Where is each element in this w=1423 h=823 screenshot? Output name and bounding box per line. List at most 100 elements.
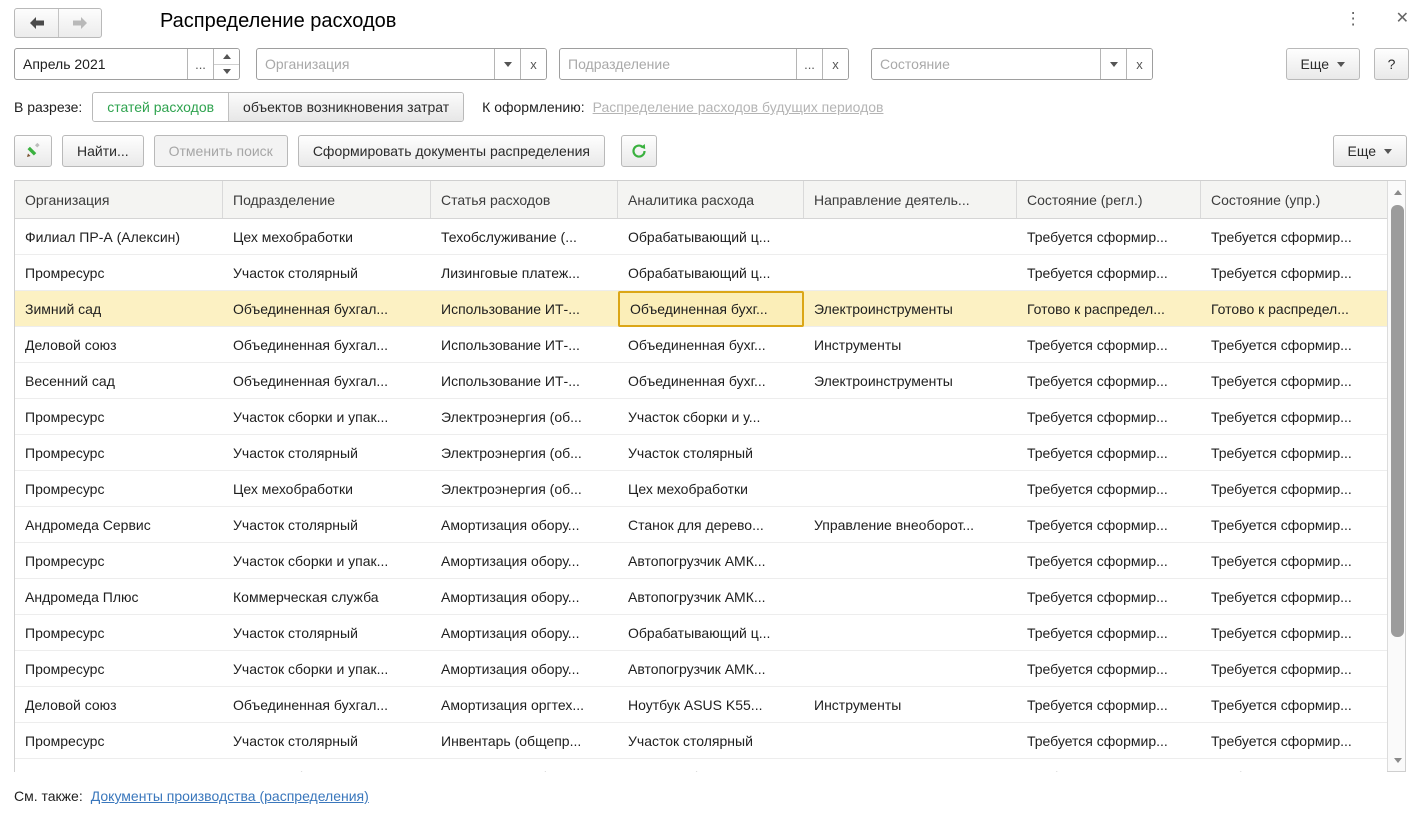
column-header-expense-analytics[interactable]: Аналитика расхода (618, 181, 804, 218)
table-cell[interactable]: Участок столярный (618, 723, 804, 759)
scroll-up-button[interactable] (1388, 183, 1407, 201)
table-cell[interactable]: Требуется сформир... (1017, 219, 1201, 255)
table-cell[interactable]: Промресурс (15, 615, 223, 651)
table-cell[interactable]: Лизинговые платеж... (431, 255, 618, 291)
table-cell[interactable]: Промресурс (15, 543, 223, 579)
table-cell[interactable]: Техобслуживание (... (431, 219, 618, 255)
table-cell[interactable] (804, 723, 1017, 759)
table-cell[interactable]: Деловой союз (15, 687, 223, 723)
department-clear-button[interactable]: x (822, 49, 848, 79)
column-header-activity-direction[interactable]: Направление деятель... (804, 181, 1017, 218)
table-cell[interactable]: Станок для дерево... (618, 507, 804, 543)
table-cell[interactable] (804, 759, 1017, 772)
table-cell[interactable]: Участок сборки и у... (618, 399, 804, 435)
table-cell[interactable]: Автопогрузчик АМК... (618, 543, 804, 579)
close-icon[interactable]: ✕ (1396, 11, 1409, 27)
table-cell[interactable] (804, 219, 1017, 255)
table-cell[interactable]: Цех мехобработки (223, 471, 431, 507)
table-cell[interactable]: Требуется сформир... (1201, 399, 1387, 435)
table-cell[interactable]: Требуется сформир... (1017, 723, 1201, 759)
table-cell[interactable]: Инвентарь (общепр... (431, 723, 618, 759)
table-cell[interactable]: Промресурс (15, 255, 223, 291)
table-row[interactable]: Деловой союзОбъединенная бухгал...Исполь… (15, 327, 1387, 363)
table-cell[interactable]: Участок сборки и упак... (223, 543, 431, 579)
table-cell[interactable]: Электроэнергия (об... (431, 435, 618, 471)
table-cell[interactable] (804, 543, 1017, 579)
scroll-down-button[interactable] (1388, 751, 1407, 769)
table-cell[interactable]: Андромеда Сервис (15, 507, 223, 543)
table-cell[interactable]: Требуется сформир... (1017, 435, 1201, 471)
table-cell[interactable]: Цех мехобработки (618, 471, 804, 507)
table-cell[interactable]: Объединенная бухгал... (223, 687, 431, 723)
table-cell[interactable] (804, 651, 1017, 687)
table-cell[interactable]: Коммерческая служба (223, 579, 431, 615)
period-spin-up-button[interactable] (214, 49, 239, 64)
table-cell[interactable]: Амортизация обору... (431, 759, 618, 772)
production-documents-link[interactable]: Документы производства (распределения) (91, 788, 369, 804)
table-cell[interactable] (804, 399, 1017, 435)
table-cell[interactable]: Требуется сформир... (1017, 255, 1201, 291)
table-cell[interactable]: Требуется сформир... (1201, 471, 1387, 507)
table-cell[interactable] (804, 615, 1017, 651)
table-cell[interactable]: Инструменты (804, 687, 1017, 723)
table-cell[interactable]: Требуется сформир... (1017, 615, 1201, 651)
table-row[interactable]: ПромресурсУчасток сборки и упак...Аморти… (15, 651, 1387, 687)
table-cell[interactable]: Автопогрузчик АМК... (618, 579, 804, 615)
table-cell[interactable]: Амортизация оргтех... (431, 687, 618, 723)
table-cell[interactable]: Участок сборки и у... (618, 759, 804, 772)
column-header-department[interactable]: Подразделение (223, 181, 431, 218)
table-cell[interactable]: Промресурс (15, 399, 223, 435)
table-row[interactable]: Зимний садОбъединенная бухгал...Использо… (15, 291, 1387, 327)
table-cell[interactable]: Требуется сформир... (1017, 651, 1201, 687)
table-row[interactable]: ПромресурсЦех мехобработкиЭлектроэнергия… (15, 471, 1387, 507)
edit-button[interactable] (14, 135, 52, 167)
table-cell[interactable]: Требуется сформир... (1201, 579, 1387, 615)
table-cell[interactable]: Участок столярный (223, 435, 431, 471)
table-cell[interactable]: Объединенная бухг... (618, 291, 804, 327)
table-cell[interactable]: Инструменты (804, 327, 1017, 363)
department-input[interactable]: Подразделение (560, 49, 796, 79)
table-row[interactable]: ПромресурсУчасток сборки и упак...Аморти… (15, 543, 1387, 579)
table-cell[interactable]: Готово к распредел... (1017, 291, 1201, 327)
column-header-state-upr[interactable]: Состояние (упр.) (1201, 181, 1387, 218)
table-cell[interactable]: Участок столярный (223, 615, 431, 651)
table-cell[interactable]: Требуется сформир... (1017, 363, 1201, 399)
cancel-search-button[interactable]: Отменить поиск (154, 135, 288, 167)
table-cell[interactable]: Требуется сформир... (1017, 759, 1201, 772)
table-row-partial[interactable]: ПромресурсУчасток сборки и упак...Аморти… (15, 759, 1387, 772)
vertical-scrollbar[interactable] (1387, 181, 1405, 771)
table-cell[interactable]: Промресурс (15, 759, 223, 772)
toggle-option-expense-items[interactable]: статей расходов (93, 93, 228, 121)
scrollbar-thumb[interactable] (1391, 205, 1404, 637)
table-cell[interactable]: Промресурс (15, 471, 223, 507)
table-cell[interactable]: Электроинструменты (804, 291, 1017, 327)
table-cell[interactable]: Готово к распредел... (1201, 291, 1387, 327)
table-cell[interactable]: Электроэнергия (об... (431, 399, 618, 435)
table-cell[interactable]: Автопогрузчик АМК... (618, 651, 804, 687)
column-header-state-regl[interactable]: Состояние (регл.) (1017, 181, 1201, 218)
period-spin-down-button[interactable] (214, 64, 239, 80)
table-cell[interactable]: Объединенная бухг... (618, 363, 804, 399)
column-header-expense-item[interactable]: Статья расходов (431, 181, 618, 218)
table-cell[interactable]: Весенний сад (15, 363, 223, 399)
table-cell[interactable]: Амортизация обору... (431, 615, 618, 651)
table-cell[interactable]: Объединенная бухгал... (223, 291, 431, 327)
table-cell[interactable]: Требуется сформир... (1017, 507, 1201, 543)
organization-clear-button[interactable]: x (520, 49, 546, 79)
table-cell[interactable]: Амортизация обору... (431, 579, 618, 615)
filters-more-button[interactable]: Еще (1286, 48, 1361, 80)
table-cell[interactable]: Управление внеоборот... (804, 507, 1017, 543)
period-input[interactable]: Апрель 2021 (15, 49, 187, 79)
table-cell[interactable]: Использование ИТ-... (431, 291, 618, 327)
table-cell[interactable]: Требуется сформир... (1017, 687, 1201, 723)
deferred-expenses-link[interactable]: Распределение расходов будущих периодов (593, 99, 884, 115)
table-cell[interactable]: Участок сборки и упак... (223, 399, 431, 435)
back-button[interactable] (15, 9, 58, 37)
forward-button[interactable] (58, 9, 101, 37)
table-cell[interactable]: Требуется сформир... (1201, 255, 1387, 291)
table-cell[interactable]: Требуется сформир... (1201, 363, 1387, 399)
table-cell[interactable]: Зимний сад (15, 291, 223, 327)
table-cell[interactable]: Требуется сформир... (1201, 327, 1387, 363)
column-header-organization[interactable]: Организация (15, 181, 223, 218)
table-cell[interactable]: Объединенная бухгал... (223, 363, 431, 399)
